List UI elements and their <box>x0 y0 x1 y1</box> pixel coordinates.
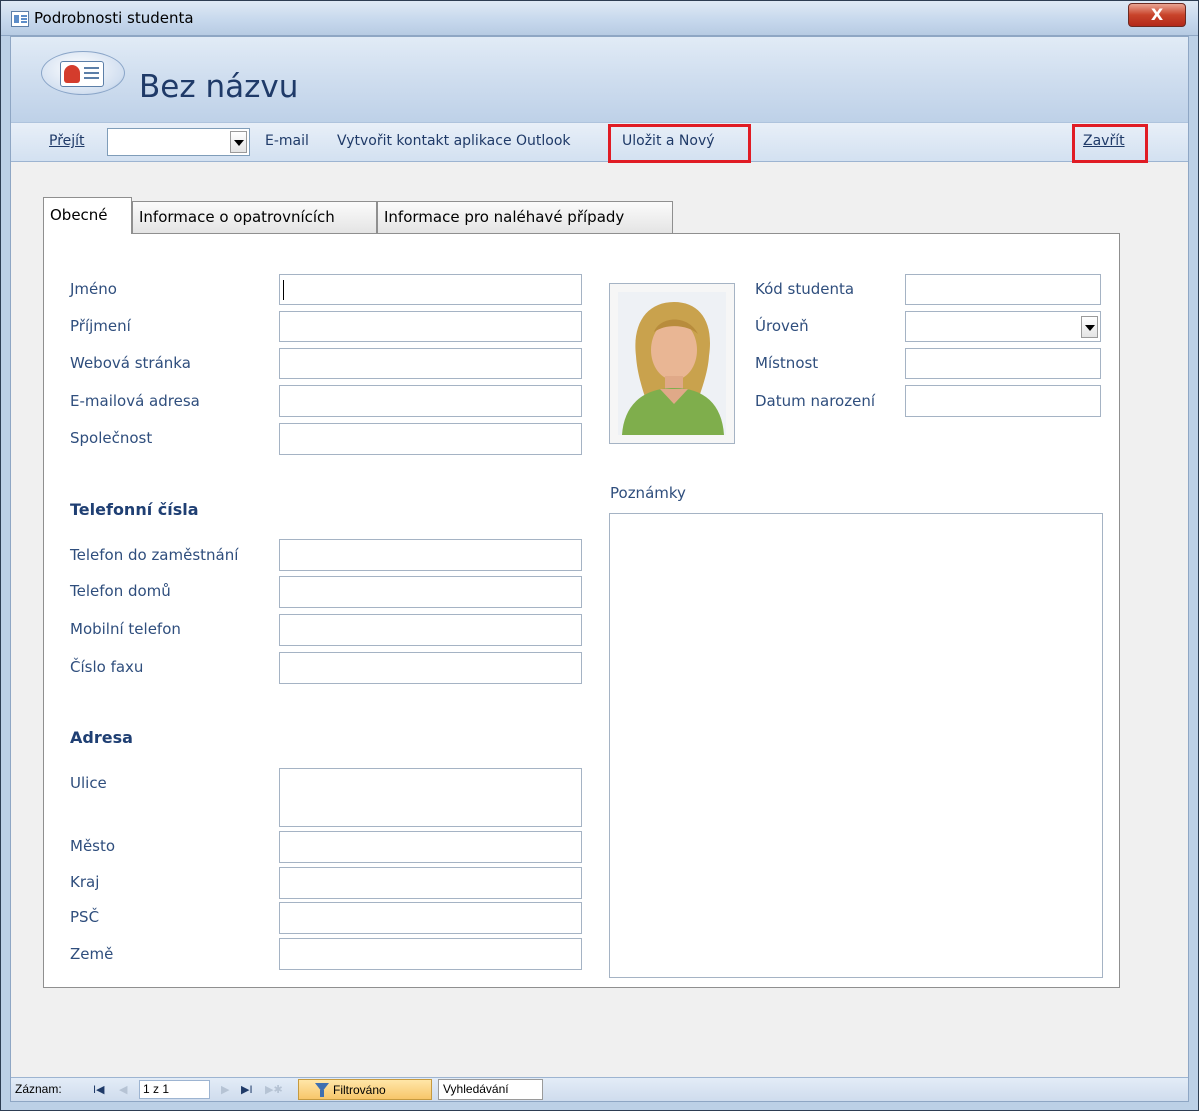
current-record-input[interactable]: 1 z 1 <box>139 1080 210 1099</box>
tab-guardian-info[interactable]: Informace o opatrovnících <box>132 201 377 233</box>
last-record-icon[interactable]: ▶I <box>241 1083 253 1096</box>
email-button[interactable]: E-mail <box>265 133 309 149</box>
company-label: Společnost <box>70 429 153 447</box>
chevron-down-icon[interactable] <box>1081 316 1098 338</box>
first-record-icon[interactable]: I◀ <box>93 1083 105 1096</box>
address-heading: Adresa <box>70 728 133 747</box>
email-field[interactable] <box>279 385 582 417</box>
company-field[interactable] <box>279 423 582 455</box>
mobile-phone-label: Mobilní telefon <box>70 620 181 638</box>
form-body: Bez názvu Přejít E-mail Vytvořit kontakt… <box>10 36 1189 1102</box>
tab-panel-general: Jméno Příjmení Webová stránka E-mailová … <box>43 233 1120 988</box>
goto-combo[interactable] <box>107 128 250 156</box>
web-page-label: Webová stránka <box>70 354 191 372</box>
student-photo[interactable] <box>609 283 735 444</box>
filter-label: Filtrováno <box>333 1083 386 1097</box>
window-title: Podrobnosti studenta <box>34 9 194 27</box>
city-field[interactable] <box>279 831 582 863</box>
form-header: Bez názvu <box>11 37 1188 122</box>
goto-label: Přejít <box>49 133 85 149</box>
home-phone-label: Telefon domů <box>70 582 171 600</box>
notes-field[interactable] <box>609 513 1103 978</box>
record-navigation-bar: Záznam: I◀ ◀ 1 z 1 ▶ ▶I ▶✱ Filtrováno Vy… <box>11 1077 1188 1101</box>
title-bar[interactable]: Podrobnosti studenta X <box>1 1 1198 36</box>
street-label: Ulice <box>70 774 107 792</box>
street-field[interactable] <box>279 768 582 827</box>
fax-label: Číslo faxu <box>70 658 144 676</box>
student-id-field[interactable] <box>905 274 1101 305</box>
search-input[interactable]: Vyhledávání <box>438 1079 543 1100</box>
room-field[interactable] <box>905 348 1101 379</box>
last-name-field[interactable] <box>279 311 582 342</box>
contact-card-icon <box>41 51 125 95</box>
filter-toggle-button[interactable]: Filtrováno <box>298 1079 432 1100</box>
state-field[interactable] <box>279 867 582 899</box>
highlight-box <box>1072 124 1148 163</box>
home-phone-field[interactable] <box>279 576 582 608</box>
last-name-label: Příjmení <box>70 317 131 335</box>
chevron-down-icon[interactable] <box>230 131 247 153</box>
business-phone-field[interactable] <box>279 539 582 571</box>
highlight-box <box>608 124 751 163</box>
room-label: Místnost <box>755 354 819 372</box>
window-close-button[interactable]: X <box>1128 3 1186 27</box>
business-phone-label: Telefon do zaměstnání <box>70 546 239 564</box>
new-record-icon[interactable]: ▶✱ <box>265 1083 283 1096</box>
city-label: Město <box>70 837 116 855</box>
country-field[interactable] <box>279 938 582 970</box>
level-label: Úroveň <box>755 317 809 335</box>
record-label: Záznam: <box>15 1082 62 1096</box>
first-name-field[interactable] <box>279 274 582 305</box>
birth-date-field[interactable] <box>905 385 1101 417</box>
next-record-icon[interactable]: ▶ <box>221 1083 229 1096</box>
text-caret <box>283 280 284 300</box>
birth-date-label: Datum narození <box>755 392 875 410</box>
form-window: Podrobnosti studenta X Bez názvu Přejít … <box>0 0 1199 1111</box>
web-page-field[interactable] <box>279 348 582 379</box>
person-icon <box>618 292 726 435</box>
zip-label: PSČ <box>70 908 100 926</box>
first-name-label: Jméno <box>70 280 117 298</box>
notes-label: Poznámky <box>610 484 686 502</box>
level-combo[interactable] <box>905 311 1101 342</box>
student-id-label: Kód studenta <box>755 280 855 298</box>
zip-field[interactable] <box>279 902 582 934</box>
record-title: Bez názvu <box>139 69 299 105</box>
fax-field[interactable] <box>279 652 582 684</box>
tab-emergency-info[interactable]: Informace pro naléhavé případy <box>377 201 673 233</box>
mobile-phone-field[interactable] <box>279 614 582 646</box>
filter-icon <box>315 1083 329 1097</box>
state-label: Kraj <box>70 873 100 891</box>
create-outlook-contact-button[interactable]: Vytvořit kontakt aplikace Outlook <box>337 133 571 149</box>
phones-heading: Telefonní čísla <box>70 500 199 519</box>
tab-general[interactable]: Obecné <box>43 197 132 234</box>
form-icon <box>11 11 29 27</box>
country-label: Země <box>70 945 114 963</box>
email-label: E-mailová adresa <box>70 392 200 410</box>
form-toolbar: Přejít E-mail Vytvořit kontakt aplikace … <box>11 122 1188 163</box>
previous-record-icon[interactable]: ◀ <box>119 1083 127 1096</box>
